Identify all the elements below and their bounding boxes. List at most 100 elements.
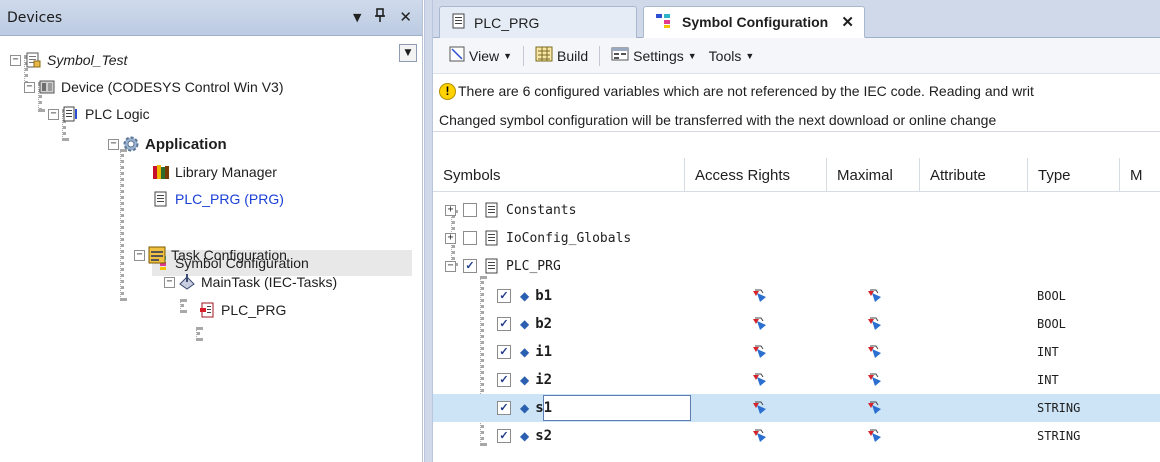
tree-item-library-manager[interactable]: Library Manager	[152, 159, 277, 185]
variable-icon: ◆	[520, 373, 530, 387]
view-label: View	[469, 47, 500, 64]
collapse-icon[interactable]: −	[134, 249, 145, 261]
access-rights-icon[interactable]	[751, 316, 769, 336]
tree-label-library-manager: Library Manager	[175, 164, 277, 180]
tree-dropdown-button[interactable]: ▼	[399, 44, 417, 62]
variable-name-editor[interactable]	[543, 395, 691, 421]
column-header-attribute[interactable]: Attribute	[920, 158, 1028, 192]
group-checkbox[interactable]	[463, 231, 477, 245]
tree-label-project: Symbol_Test	[47, 52, 128, 68]
tree-item-plc-logic[interactable]: − PLC Logic	[48, 101, 150, 127]
tree-item-task-configuration[interactable]: − Task Configuration	[134, 242, 287, 268]
tree-label-plc-prg: PLC_PRG (PRG)	[175, 191, 284, 207]
tree-label-task-plc-prg: PLC_PRG	[221, 302, 287, 318]
variable-row[interactable]: ✓ ◆ b2 BOOL	[433, 310, 1160, 338]
column-header-symbols[interactable]: Symbols	[433, 158, 685, 192]
variable-type: STRING	[1037, 429, 1081, 443]
build-label: Build	[557, 47, 589, 64]
group-row-ioconfig-globals[interactable]: + IoConfig_Globals	[433, 224, 1160, 252]
tree-item-device[interactable]: − Device (CODESYS Control Win V3)	[24, 74, 284, 100]
variable-row[interactable]: ✓ ◆ b1 BOOL	[433, 282, 1160, 310]
maximal-rights-icon	[866, 372, 884, 392]
pin-icon[interactable]	[375, 8, 386, 26]
column-header-maximal[interactable]: Maximal	[827, 158, 920, 192]
variable-row[interactable]: ✓ ◆ i2 INT	[433, 366, 1160, 394]
group-checkbox[interactable]	[463, 203, 477, 217]
variable-name: i2	[535, 372, 553, 388]
tools-button[interactable]: Tools ▼	[705, 45, 759, 67]
maximal-rights-icon	[866, 344, 884, 364]
build-button[interactable]: Build	[531, 43, 592, 68]
access-rights-icon[interactable]	[751, 428, 769, 448]
collapse-icon[interactable]: −	[48, 108, 59, 120]
tree-label-main-task: MainTask (IEC-Tasks)	[201, 274, 338, 290]
pane-splitter[interactable]	[424, 0, 433, 462]
variable-checkbox[interactable]: ✓	[497, 429, 511, 443]
access-rights-icon[interactable]	[751, 400, 769, 420]
tree-label-device: Device (CODESYS Control Win V3)	[61, 79, 284, 95]
grid-header: Symbols Access Rights Maximal Attribute …	[433, 158, 1160, 192]
gear-icon	[122, 135, 140, 153]
expand-icon[interactable]: +	[445, 204, 456, 216]
device-icon	[38, 78, 56, 96]
tree-item-project[interactable]: − Symbol_Test	[10, 47, 127, 73]
variable-row-selected[interactable]: ✓ ◆ s1 STRING	[433, 394, 1160, 422]
variable-checkbox[interactable]: ✓	[497, 345, 511, 359]
info-text: Changed symbol configuration will be tra…	[439, 111, 997, 128]
column-header-access-rights[interactable]: Access Rights	[685, 158, 827, 192]
tab-symbol-configuration[interactable]: Symbol Configuration ✕	[643, 6, 865, 38]
variable-name: i1	[535, 344, 553, 360]
close-tab-icon[interactable]: ✕	[841, 13, 854, 31]
chevron-down-icon: ▼	[745, 50, 755, 61]
group-row-plc-prg[interactable]: − ✓ PLC_PRG	[433, 252, 1160, 280]
variable-name: s2	[535, 428, 553, 444]
chevron-down-icon: ▼	[687, 50, 697, 61]
access-rights-icon[interactable]	[751, 288, 769, 308]
variable-icon: ◆	[520, 317, 530, 331]
access-rights-icon[interactable]	[751, 372, 769, 392]
variable-checkbox[interactable]: ✓	[497, 317, 511, 331]
symbol-config-icon	[656, 13, 674, 32]
maximal-rights-icon	[866, 316, 884, 336]
tree-item-plc-prg[interactable]: PLC_PRG (PRG)	[152, 186, 284, 212]
warning-icon: !	[439, 82, 456, 100]
tab-plc-prg[interactable]: PLC_PRG	[439, 6, 637, 38]
variable-row[interactable]: ✓ ◆ i1 INT	[433, 338, 1160, 366]
view-button[interactable]: View ▼	[445, 43, 516, 68]
collapse-icon[interactable]: −	[445, 260, 456, 272]
variable-type: INT	[1037, 373, 1059, 387]
column-header-type[interactable]: Type	[1028, 158, 1120, 192]
warning-message: ! There are 6 configured variables which…	[433, 74, 1160, 108]
collapse-icon[interactable]: −	[164, 276, 175, 288]
tree-item-task-plc-prg[interactable]: PLC_PRG	[198, 297, 286, 323]
access-rights-icon[interactable]	[751, 344, 769, 364]
info-message: Changed symbol configuration will be tra…	[433, 108, 1160, 132]
panel-menu-icon[interactable]: ▼	[353, 11, 361, 24]
group-checkbox[interactable]: ✓	[463, 259, 477, 273]
close-panel-icon[interactable]: ✕	[399, 8, 412, 26]
tree-item-application[interactable]: − Application	[108, 131, 227, 157]
settings-icon	[611, 46, 629, 65]
column-header-m[interactable]: M	[1120, 158, 1160, 192]
collapse-icon[interactable]: −	[108, 138, 119, 150]
devices-panel-header: Devices ▼ ✕	[0, 0, 422, 36]
variable-checkbox[interactable]: ✓	[497, 373, 511, 387]
tools-label: Tools	[708, 47, 742, 64]
group-name: IoConfig_Globals	[506, 230, 632, 246]
devices-panel: Devices ▼ ✕ − Symbol_Test ▼ − Device (CO…	[0, 0, 423, 462]
expand-icon[interactable]: +	[445, 232, 456, 244]
variable-row[interactable]: ✓ ◆ s2 STRING	[433, 422, 1160, 450]
symbol-grid: Symbols Access Rights Maximal Attribute …	[433, 158, 1160, 462]
variable-type: BOOL	[1037, 289, 1066, 303]
group-name: Constants	[506, 202, 577, 218]
tree-item-main-task[interactable]: − MainTask (IEC-Tasks)	[164, 269, 337, 295]
group-row-constants[interactable]: + Constants	[433, 196, 1160, 224]
tab-label: Symbol Configuration	[682, 14, 829, 30]
variable-checkbox[interactable]: ✓	[497, 401, 511, 415]
maximal-rights-icon	[866, 400, 884, 420]
settings-button[interactable]: Settings ▼	[607, 43, 701, 68]
collapse-icon[interactable]: −	[10, 54, 21, 66]
gvl-icon	[483, 229, 501, 247]
variable-checkbox[interactable]: ✓	[497, 289, 511, 303]
collapse-icon[interactable]: −	[24, 81, 35, 93]
